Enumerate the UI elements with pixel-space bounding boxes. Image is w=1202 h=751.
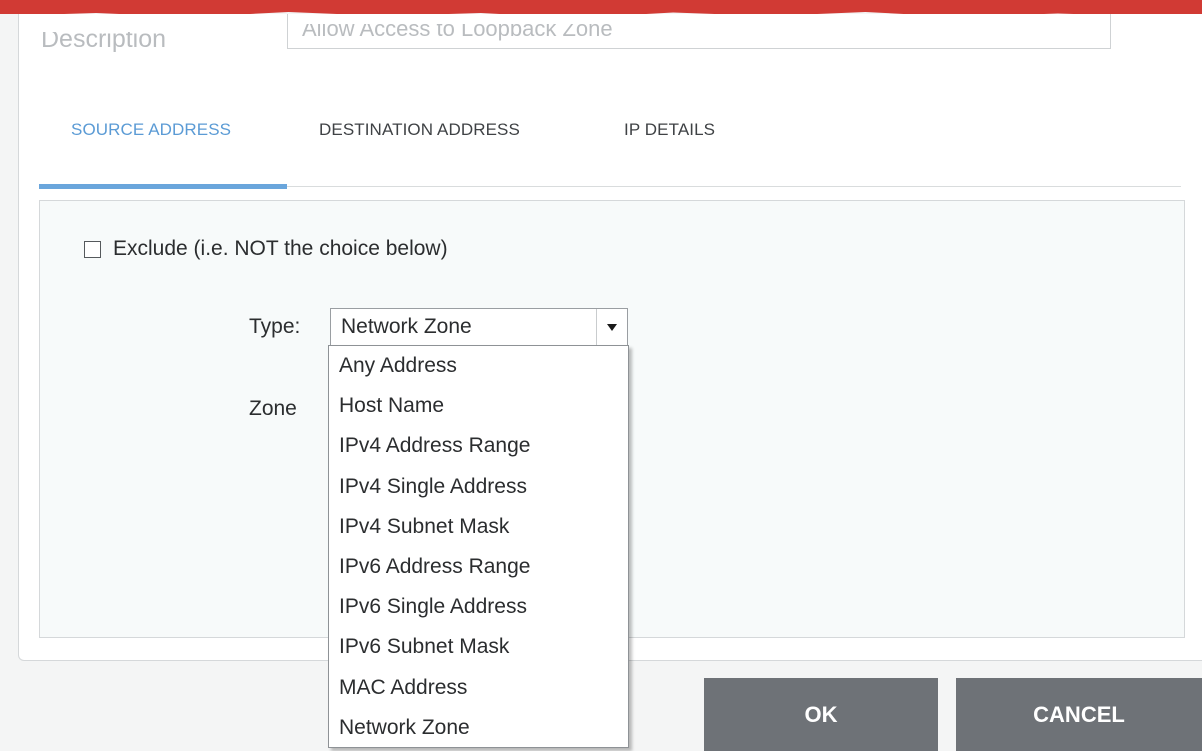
- exclude-label: Exclude (i.e. NOT the choice below): [113, 237, 448, 260]
- description-value: Allow Access to Loopback Zone: [302, 16, 613, 41]
- dropdown-option-ipv4-address-range[interactable]: IPv4 Address Range: [329, 426, 628, 466]
- description-input[interactable]: Allow Access to Loopback Zone: [287, 14, 1111, 49]
- dropdown-option-ipv4-subnet-mask[interactable]: IPv4 Subnet Mask: [329, 507, 628, 547]
- header-strip: [0, 0, 1202, 14]
- dropdown-option-ipv6-single-address[interactable]: IPv6 Single Address: [329, 587, 628, 627]
- tab-destination-address[interactable]: DESTINATION ADDRESS: [319, 120, 520, 140]
- ok-button[interactable]: OK: [704, 678, 938, 751]
- dropdown-option-ipv4-single-address[interactable]: IPv4 Single Address: [329, 467, 628, 507]
- tab-ip-details[interactable]: IP DETAILS: [624, 120, 715, 140]
- type-select-value: Network Zone: [341, 315, 472, 338]
- dropdown-option-network-zone[interactable]: Network Zone: [329, 708, 628, 748]
- dropdown-option-ipv6-subnet-mask[interactable]: IPv6 Subnet Mask: [329, 627, 628, 667]
- dropdown-option-any-address[interactable]: Any Address: [329, 346, 628, 386]
- zone-label: Zone: [249, 397, 297, 420]
- exclude-option[interactable]: Exclude (i.e. NOT the choice below): [84, 237, 448, 261]
- dropdown-option-ipv6-address-range[interactable]: IPv6 Address Range: [329, 547, 628, 587]
- dropdown-option-mac-address[interactable]: MAC Address: [329, 668, 628, 708]
- firewall-rule-dialog: Description Allow Access to Loopback Zon…: [0, 0, 1202, 751]
- cancel-button[interactable]: CANCEL: [956, 678, 1202, 751]
- address-tabs: SOURCE ADDRESS DESTINATION ADDRESS IP DE…: [39, 104, 1181, 189]
- description-label: Description: [41, 25, 167, 53]
- active-tab-indicator: [39, 184, 287, 189]
- type-dropdown-list: Any Address Host Name IPv4 Address Range…: [328, 345, 629, 748]
- dropdown-option-host-name[interactable]: Host Name: [329, 386, 628, 426]
- tab-source-address[interactable]: SOURCE ADDRESS: [71, 120, 231, 140]
- type-select[interactable]: Network Zone: [330, 308, 628, 346]
- dropdown-arrow-icon[interactable]: [596, 309, 627, 345]
- exclude-checkbox[interactable]: [84, 240, 101, 258]
- type-label: Type:: [249, 315, 301, 338]
